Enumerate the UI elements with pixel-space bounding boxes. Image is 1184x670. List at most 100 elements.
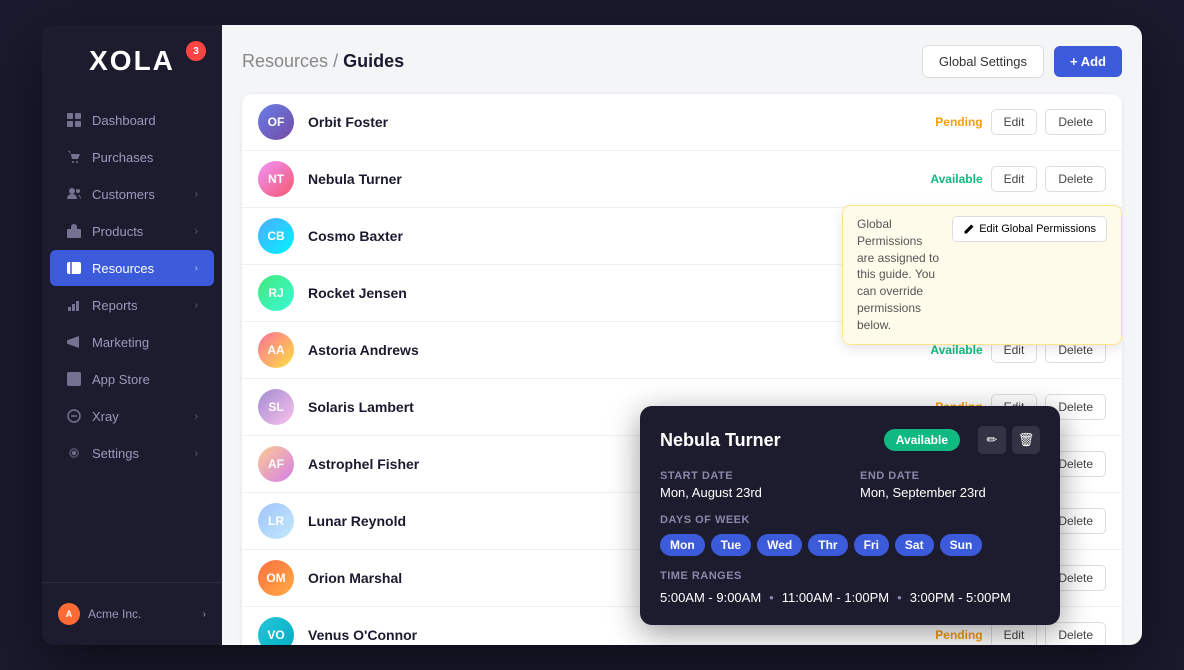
marketing-icon: [66, 334, 82, 350]
guide-avatar: SL: [258, 389, 294, 425]
notification-badge: 3: [186, 41, 206, 61]
popup-header: Nebula Turner Available ✏ 🗑: [660, 426, 1040, 454]
sidebar-item-dashboard[interactable]: Dashboard: [50, 102, 214, 138]
popup-days-label: Days of Week: [660, 514, 1040, 526]
breadcrumb-current: Guides: [343, 51, 404, 71]
day-pill[interactable]: Fri: [854, 534, 889, 556]
popup-edit-button[interactable]: ✏: [978, 426, 1006, 454]
popup-dates-grid: Start Date Mon, August 23rd End Date Mon…: [660, 470, 1040, 500]
day-pill[interactable]: Tue: [711, 534, 751, 556]
popup-status-badge: Available: [884, 429, 960, 451]
sidebar-item-xray[interactable]: Xray ›: [50, 398, 214, 434]
guide-row-actions: Edit Delete: [991, 622, 1106, 645]
breadcrumb-separator: /: [333, 51, 343, 71]
day-pill[interactable]: Thr: [808, 534, 847, 556]
popup-time-ranges-section: Time Ranges 5:00AM - 9:00AM • 11:00AM - …: [660, 570, 1040, 605]
popup-end-date-value: Mon, September 23rd: [860, 485, 1040, 500]
reports-arrow: ›: [195, 300, 198, 311]
sidebar-item-reports[interactable]: Reports ›: [50, 287, 214, 323]
guide-delete-button[interactable]: Delete: [1045, 622, 1106, 645]
sidebar-label-products: Products: [92, 224, 143, 239]
guide-avatar: OM: [258, 560, 294, 596]
guide-status-badge: Pending: [927, 113, 990, 131]
sidebar-item-appstore[interactable]: App Store: [50, 361, 214, 397]
sidebar-footer: A Acme Inc. ›: [42, 582, 222, 645]
products-icon: [66, 223, 82, 239]
sidebar-label-purchases: Purchases: [92, 150, 153, 165]
guide-delete-button[interactable]: Delete: [1045, 109, 1106, 135]
guide-avatar: OF: [258, 104, 294, 140]
guide-row: OFOrbit FosterPendingEditDelete: [242, 94, 1122, 151]
guide-name: Rocket Jensen: [308, 285, 927, 301]
guide-row: RJRocket JensenPendingEditDeleteGlobal P…: [242, 265, 1122, 322]
settings-icon: [66, 445, 82, 461]
guide-edit-button[interactable]: Edit: [991, 622, 1038, 645]
products-arrow: ›: [195, 226, 198, 237]
guide-name: Venus O'Connor: [308, 627, 927, 643]
sidebar-item-settings[interactable]: Settings ›: [50, 435, 214, 471]
popup-start-date-value: Mon, August 23rd: [660, 485, 840, 500]
xray-arrow: ›: [195, 411, 198, 422]
popup-start-date-field: Start Date Mon, August 23rd: [660, 470, 840, 500]
guide-avatar: CB: [258, 218, 294, 254]
tooltip-text: Global Permissions are assigned to this …: [857, 216, 942, 334]
company-arrow: ›: [203, 609, 206, 620]
guide-delete-button[interactable]: Delete: [1045, 166, 1106, 192]
sidebar-item-customers[interactable]: Customers ›: [50, 176, 214, 212]
purchases-icon: [66, 149, 82, 165]
sidebar-label-appstore: App Store: [92, 372, 150, 387]
sidebar-label-customers: Customers: [92, 187, 155, 202]
main-inner: Resources / Guides Global Settings + Add…: [222, 25, 1142, 645]
company-avatar: A: [58, 603, 80, 625]
time-range-2: 11:00AM - 1:00PM: [782, 590, 889, 605]
day-pill[interactable]: Sun: [940, 534, 983, 556]
sidebar-label-resources: Resources: [92, 261, 154, 276]
edit-global-permissions-button[interactable]: Edit Global Permissions: [952, 216, 1107, 242]
day-pill[interactable]: Sat: [895, 534, 934, 556]
sidebar-item-purchases[interactable]: Purchases: [50, 139, 214, 175]
guide-avatar: RJ: [258, 275, 294, 311]
main-content: Resources / Guides Global Settings + Add…: [222, 25, 1142, 645]
days-of-week: Mon Tue Wed Thr Fri Sat Sun: [660, 534, 1040, 556]
time-range-1: 5:00AM - 9:00AM: [660, 590, 761, 605]
guide-detail-popup: Nebula Turner Available ✏ 🗑 Start Date M…: [640, 406, 1060, 625]
popup-time-ranges-label: Time Ranges: [660, 570, 1040, 582]
tooltip-bubble: Global Permissions are assigned to this …: [842, 205, 1122, 345]
sidebar-label-settings: Settings: [92, 446, 139, 461]
guide-status-badge: Available: [922, 170, 990, 188]
guide-edit-button[interactable]: Edit: [991, 166, 1038, 192]
customers-arrow: ›: [195, 189, 198, 200]
day-pill[interactable]: Wed: [757, 534, 802, 556]
app-wrapper: XOLA 3 Dashboard Purchases: [42, 25, 1142, 645]
sidebar: XOLA 3 Dashboard Purchases: [42, 25, 222, 645]
sidebar-item-marketing[interactable]: Marketing: [50, 324, 214, 360]
guide-avatar: AF: [258, 446, 294, 482]
time-dot-2: •: [897, 590, 902, 605]
sidebar-label-marketing: Marketing: [92, 335, 149, 350]
sidebar-nav: Dashboard Purchases Customers ›: [42, 93, 222, 582]
popup-end-date-field: End Date Mon, September 23rd: [860, 470, 1040, 500]
breadcrumb-parent: Resources: [242, 51, 328, 71]
popup-end-date-label: End Date: [860, 470, 1040, 482]
appstore-icon: [66, 371, 82, 387]
time-dot-1: •: [769, 590, 774, 605]
day-pill[interactable]: Mon: [660, 534, 705, 556]
add-button[interactable]: + Add: [1054, 46, 1122, 77]
popup-start-date-label: Start Date: [660, 470, 840, 482]
page-header: Resources / Guides Global Settings + Add: [242, 45, 1122, 78]
breadcrumb: Resources / Guides: [242, 51, 404, 72]
settings-arrow: ›: [195, 448, 198, 459]
guide-avatar: AA: [258, 332, 294, 368]
guide-status-badge: Pending: [927, 626, 990, 644]
sidebar-item-resources[interactable]: Resources ›: [50, 250, 214, 286]
popup-delete-button[interactable]: 🗑: [1012, 426, 1040, 454]
app-logo: XOLA: [89, 45, 175, 77]
company-switcher[interactable]: A Acme Inc. ›: [50, 595, 214, 633]
header-actions: Global Settings + Add: [922, 45, 1122, 78]
popup-actions: ✏ 🗑: [978, 426, 1040, 454]
customers-icon: [66, 186, 82, 202]
global-settings-button[interactable]: Global Settings: [922, 45, 1044, 78]
guide-row-actions: Edit Delete: [991, 166, 1106, 192]
sidebar-item-products[interactable]: Products ›: [50, 213, 214, 249]
guide-edit-button[interactable]: Edit: [991, 109, 1038, 135]
